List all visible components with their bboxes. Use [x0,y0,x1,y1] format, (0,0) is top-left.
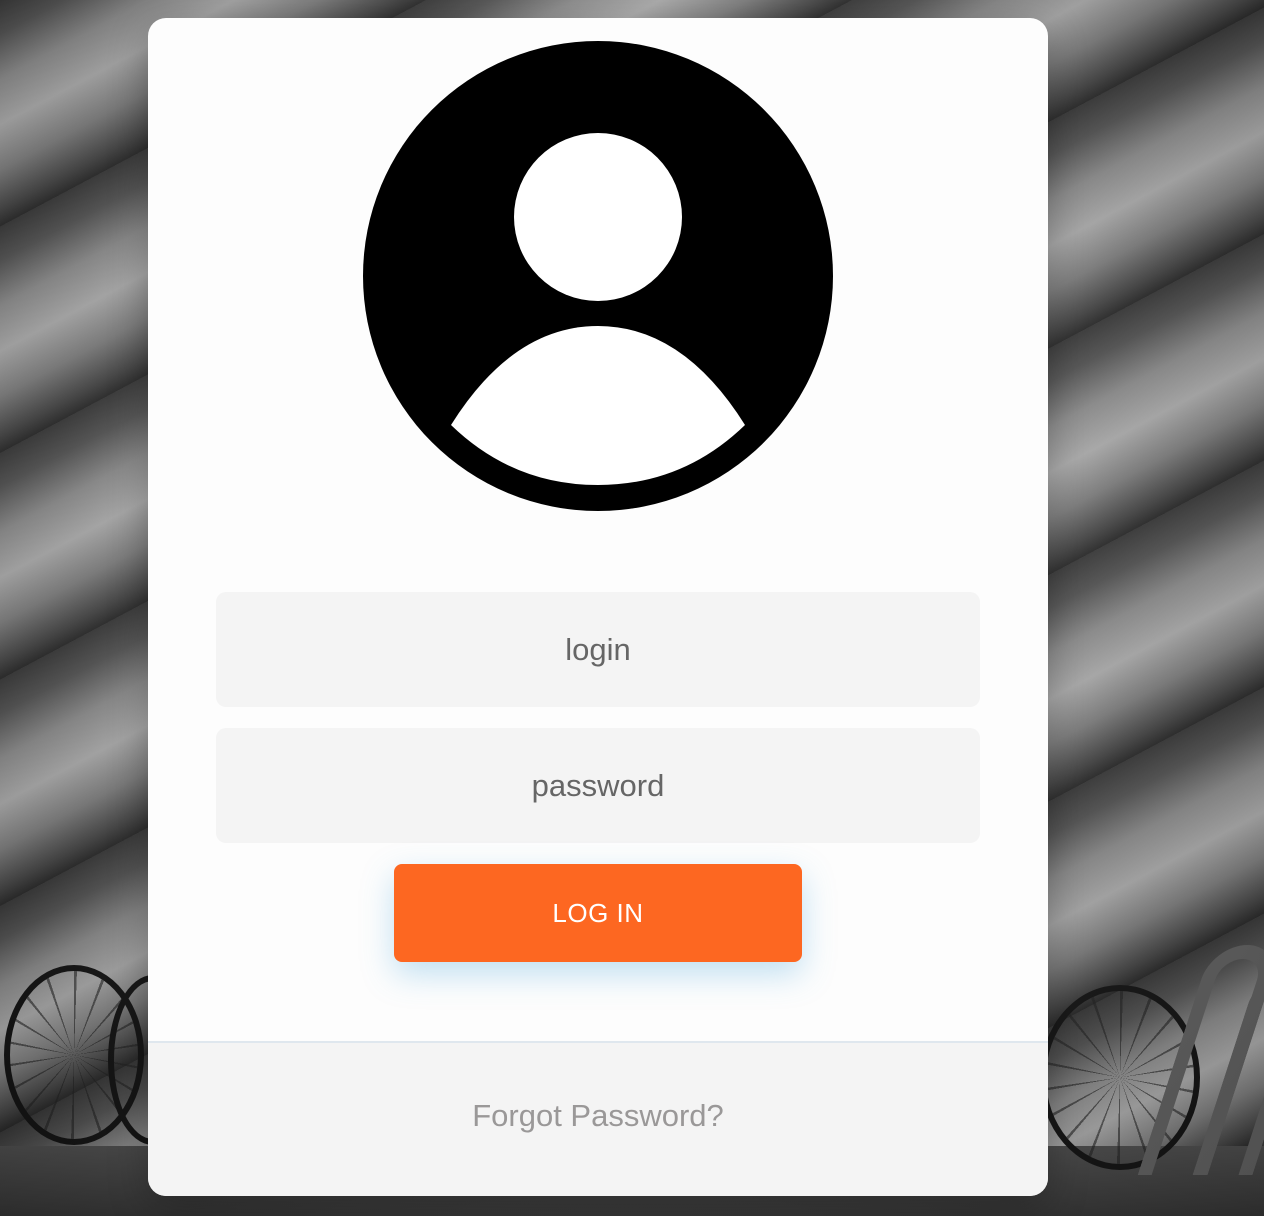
background-bicycle-wheel [4,965,144,1145]
background-bike-rack [1192,975,1264,1175]
login-input[interactable] [216,592,980,707]
background-bike-rack [1137,945,1264,1175]
background-bicycle-spokes [10,971,138,1139]
login-card: LOG IN Forgot Password? [148,18,1048,1196]
card-footer: Forgot Password? [148,1041,1048,1196]
background-bicycle-wheel [1040,985,1200,1170]
password-input[interactable] [216,728,980,843]
forgot-password-link[interactable]: Forgot Password? [148,1098,1048,1134]
login-button[interactable]: LOG IN [394,864,802,962]
background-bicycle-spokes [1046,991,1194,1164]
user-avatar-icon [363,41,833,511]
